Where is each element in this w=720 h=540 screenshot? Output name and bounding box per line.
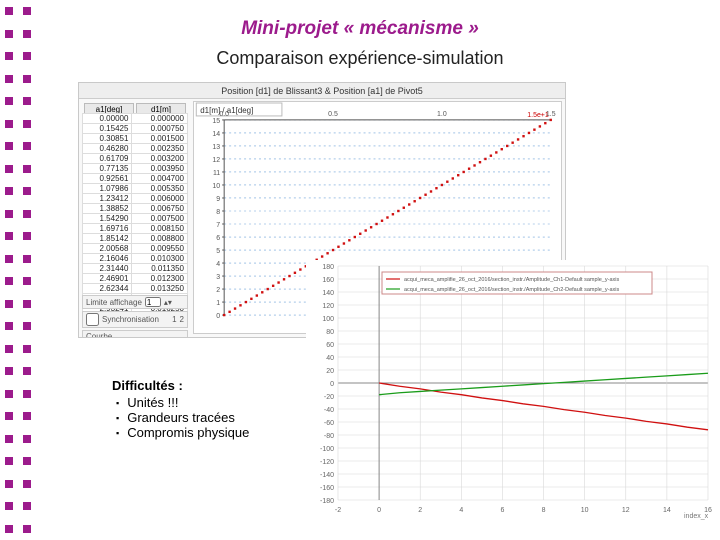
limite-input[interactable] [145, 297, 161, 307]
svg-text:-160: -160 [320, 485, 334, 492]
panel-controls: Limite affichage ▴▾ Synchronisation 1 2 … [82, 293, 188, 338]
svg-text:6: 6 [500, 507, 504, 514]
svg-text:0: 0 [216, 313, 220, 320]
svg-text:1.0: 1.0 [437, 111, 447, 118]
sync-label: Synchronisation [102, 315, 159, 324]
difficulty-item: Compromis physique [112, 425, 249, 440]
svg-text:-80: -80 [324, 433, 334, 440]
table-row: 0.925610.004700 [83, 174, 188, 184]
svg-text:acqui_meca_amplifie_26_oct_201: acqui_meca_amplifie_26_oct_2016/section_… [404, 277, 619, 283]
svg-text:8: 8 [216, 209, 220, 216]
svg-text:-40: -40 [324, 407, 334, 414]
courbe-label: Courbe [86, 332, 112, 338]
svg-text:-180: -180 [320, 498, 334, 505]
svg-text:2: 2 [418, 507, 422, 514]
svg-text:7: 7 [216, 222, 220, 229]
svg-text:8: 8 [542, 507, 546, 514]
svg-text:180: 180 [322, 264, 334, 271]
svg-text:12: 12 [212, 157, 220, 164]
table-row: 0.617090.003200 [83, 154, 188, 164]
sync-checkbox[interactable] [86, 313, 99, 326]
difficulty-item: Unités !!! [112, 395, 249, 410]
brand-dot-column [0, 0, 36, 540]
svg-text:10: 10 [212, 183, 220, 190]
svg-text:15: 15 [212, 118, 220, 125]
table-row: 0.000000.000000 [83, 114, 188, 124]
table-row: 2.469010.012300 [83, 274, 188, 284]
panel-title: Position [d1] de Blissant3 & Position [a… [79, 83, 565, 99]
svg-text:100: 100 [322, 316, 334, 323]
slide-subtitle: Comparaison expérience-simulation [0, 48, 720, 69]
difficulties-list: Unités !!!Grandeurs tracéesCompromis phy… [112, 395, 249, 440]
stepper-icon[interactable]: ▴▾ [164, 298, 172, 307]
table-row: 0.771350.003950 [83, 164, 188, 174]
svg-text:-140: -140 [320, 472, 334, 479]
table-row: 0.462800.002350 [83, 144, 188, 154]
svg-text:-2: -2 [335, 507, 341, 514]
table-row: 1.388520.006750 [83, 204, 188, 214]
svg-text:140: 140 [322, 290, 334, 297]
table-row: 1.697160.008150 [83, 224, 188, 234]
table-row: 2.314400.011350 [83, 264, 188, 274]
svg-text:index_x: index_x [684, 513, 709, 520]
sync-row: Synchronisation 1 2 [82, 311, 188, 328]
svg-text:3: 3 [216, 274, 220, 281]
chart-acquisition: -180-160-140-120-100-80-60-40-2002040608… [306, 260, 714, 522]
svg-text:6: 6 [216, 235, 220, 242]
svg-text:2: 2 [216, 287, 220, 294]
table-row: 1.234120.006000 [83, 194, 188, 204]
svg-text:80: 80 [326, 329, 334, 336]
svg-text:acqui_meca_amplifie_26_oct_201: acqui_meca_amplifie_26_oct_2016/section_… [404, 287, 619, 293]
svg-text:0: 0 [330, 381, 334, 388]
table-row: 2.005680.009550 [83, 244, 188, 254]
courbe-row: Courbe [82, 330, 188, 338]
chart-acquisition-svg: -180-160-140-120-100-80-60-40-2002040608… [306, 260, 714, 522]
svg-text:10: 10 [581, 507, 589, 514]
table-row: 1.079860.005350 [83, 184, 188, 194]
svg-text:0.0: 0.0 [219, 111, 229, 118]
svg-text:-60: -60 [324, 420, 334, 427]
slide-title: Mini-projet « mécanisme » [0, 18, 720, 40]
limite-row: Limite affichage ▴▾ [82, 295, 188, 309]
svg-text:0.5: 0.5 [328, 111, 338, 118]
btn-1[interactable]: 1 [172, 315, 176, 324]
difficulties-heading: Difficultés : [112, 378, 183, 393]
svg-text:-100: -100 [320, 446, 334, 453]
svg-text:4: 4 [216, 261, 220, 268]
svg-text:4: 4 [459, 507, 463, 514]
svg-text:160: 160 [322, 277, 334, 284]
table-row: 2.160460.010300 [83, 254, 188, 264]
svg-text:12: 12 [622, 507, 630, 514]
svg-text:14: 14 [212, 131, 220, 138]
table-row: 0.308510.001500 [83, 134, 188, 144]
svg-text:9: 9 [216, 196, 220, 203]
svg-text:20: 20 [326, 368, 334, 375]
btn-2[interactable]: 2 [180, 315, 184, 324]
table-row: 0.154250.000750 [83, 124, 188, 134]
svg-text:-120: -120 [320, 459, 334, 466]
svg-text:-20: -20 [324, 394, 334, 401]
svg-text:120: 120 [322, 303, 334, 310]
svg-text:5: 5 [216, 248, 220, 255]
svg-text:60: 60 [326, 342, 334, 349]
table-row: 2.623440.013250 [83, 284, 188, 294]
difficulty-item: Grandeurs tracées [112, 410, 249, 425]
svg-text:1.5e+1: 1.5e+1 [527, 112, 549, 119]
svg-text:0: 0 [377, 507, 381, 514]
svg-text:1: 1 [216, 300, 220, 307]
table-row: 1.542900.007500 [83, 214, 188, 224]
table-row: 1.851420.008800 [83, 234, 188, 244]
limite-label: Limite affichage [86, 298, 142, 307]
svg-text:11: 11 [213, 170, 220, 177]
difficulties-block: Difficultés : Unités !!!Grandeurs tracée… [112, 378, 249, 440]
svg-text:13: 13 [212, 144, 220, 151]
svg-text:40: 40 [326, 355, 334, 362]
svg-text:14: 14 [663, 507, 671, 514]
